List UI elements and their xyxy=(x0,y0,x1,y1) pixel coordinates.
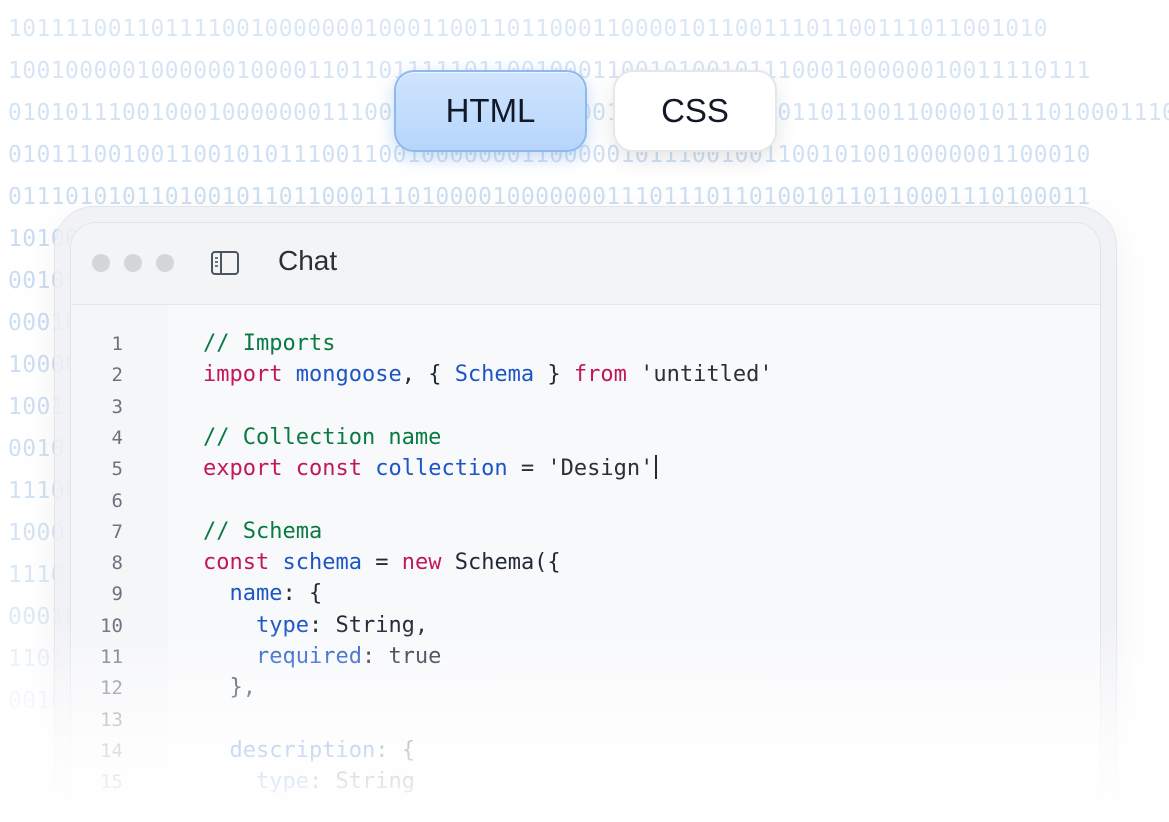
code-token: export xyxy=(203,456,283,482)
line-number: 7 xyxy=(111,520,123,543)
css-toggle-button[interactable]: CSS xyxy=(613,70,777,152)
line-number: 8 xyxy=(111,552,123,575)
window-title: Chat xyxy=(278,245,338,276)
code-token: : String, xyxy=(308,612,429,638)
binary-row: 0101011100100010000000111001000100110111… xyxy=(8,100,1169,126)
code-token: // Collection name xyxy=(203,424,442,450)
chat-window: Chat 1 2 3 4 5 6 7 8 9 10 11 12 13 14 15 // Imports imp… xyxy=(70,222,1101,822)
line-number: 4 xyxy=(111,426,123,449)
sidebar-toggle-icon[interactable] xyxy=(210,249,240,277)
line-number: 9 xyxy=(111,583,123,606)
code-token: const xyxy=(295,456,362,482)
line-number: 5 xyxy=(111,458,123,481)
code-token: // Schema xyxy=(203,518,323,544)
window-dot-minimize[interactable] xyxy=(124,254,142,272)
code-token: 'untitled' xyxy=(626,362,773,388)
code-token: new xyxy=(401,550,442,576)
code-token: // Imports xyxy=(203,331,336,356)
code-token: : true xyxy=(361,644,442,669)
html-toggle-button[interactable]: HTML xyxy=(394,70,587,152)
code-token: type xyxy=(255,769,309,795)
binary-row: 1001000001000000100001101101111101100100… xyxy=(8,58,1169,84)
code-token: : { xyxy=(375,737,415,763)
line-number: 15 xyxy=(100,771,123,794)
line-number: 6 xyxy=(111,489,123,512)
code-token: name xyxy=(229,581,283,607)
code-token: schema xyxy=(282,550,362,576)
code-token: required xyxy=(255,644,362,669)
line-number-gutter: 1 2 3 4 5 6 7 8 9 10 11 12 13 14 15 xyxy=(71,305,168,822)
code-editor[interactable]: 1 2 3 4 5 6 7 8 9 10 11 12 13 14 15 // Imports import m… xyxy=(71,305,1100,822)
window-titlebar: Chat xyxy=(71,223,1100,305)
code-token: Schema({ xyxy=(441,550,561,576)
code-token: }, xyxy=(203,675,256,701)
code-token: : { xyxy=(282,581,323,607)
code-line: type: String, xyxy=(203,610,428,642)
code-token: mongoose xyxy=(295,362,402,388)
binary-row: 1011110011011110010000000100011001101100… xyxy=(8,16,1049,42)
line-number: 3 xyxy=(111,395,123,418)
code-token: description xyxy=(229,737,376,763)
line-number: 13 xyxy=(100,708,123,731)
code-line: // Collection name xyxy=(203,422,441,454)
code-token: } xyxy=(534,362,574,388)
code-token: type xyxy=(255,612,309,638)
code-line: name: { xyxy=(203,578,323,610)
css-toggle-label: CSS xyxy=(661,92,729,129)
code-token: = 'Design' xyxy=(507,456,654,482)
code-token: : String xyxy=(308,769,415,795)
code-token: , { xyxy=(401,362,455,388)
code-line: // Schema xyxy=(203,516,322,548)
line-number: 2 xyxy=(111,364,123,387)
code-token: const xyxy=(203,550,270,576)
line-number: 1 xyxy=(111,333,123,355)
code-line: const schema = new Schema({ xyxy=(203,547,561,579)
binary-row: 0101110010011001010111001100100000001100… xyxy=(8,142,1091,168)
line-number: 14 xyxy=(100,739,123,762)
code-line: required: true xyxy=(203,641,441,673)
line-number: 12 xyxy=(100,677,123,700)
code-line: export const collection = 'Design' xyxy=(203,453,658,485)
line-number: 11 xyxy=(100,646,123,668)
code-token: import xyxy=(203,362,283,388)
code-line: // Imports xyxy=(203,328,335,360)
code-token: from xyxy=(573,362,627,388)
code-area[interactable]: // Imports import mongoose, { Schema } fr… xyxy=(168,305,1100,822)
line-number: 10 xyxy=(100,614,123,637)
code-line: description: { xyxy=(203,735,415,767)
code-line: import mongoose, { Schema } from 'untitl… xyxy=(203,359,773,391)
code-token: Schema xyxy=(454,362,535,388)
code-line: }, xyxy=(203,672,256,704)
code-token: collection xyxy=(375,456,508,482)
window-dot-maximize[interactable] xyxy=(156,254,174,272)
html-toggle-label: HTML xyxy=(445,92,536,129)
text-caret xyxy=(655,455,658,480)
code-token: = xyxy=(361,550,402,576)
window-dot-close[interactable] xyxy=(92,254,110,272)
code-line: type: String xyxy=(203,766,415,798)
